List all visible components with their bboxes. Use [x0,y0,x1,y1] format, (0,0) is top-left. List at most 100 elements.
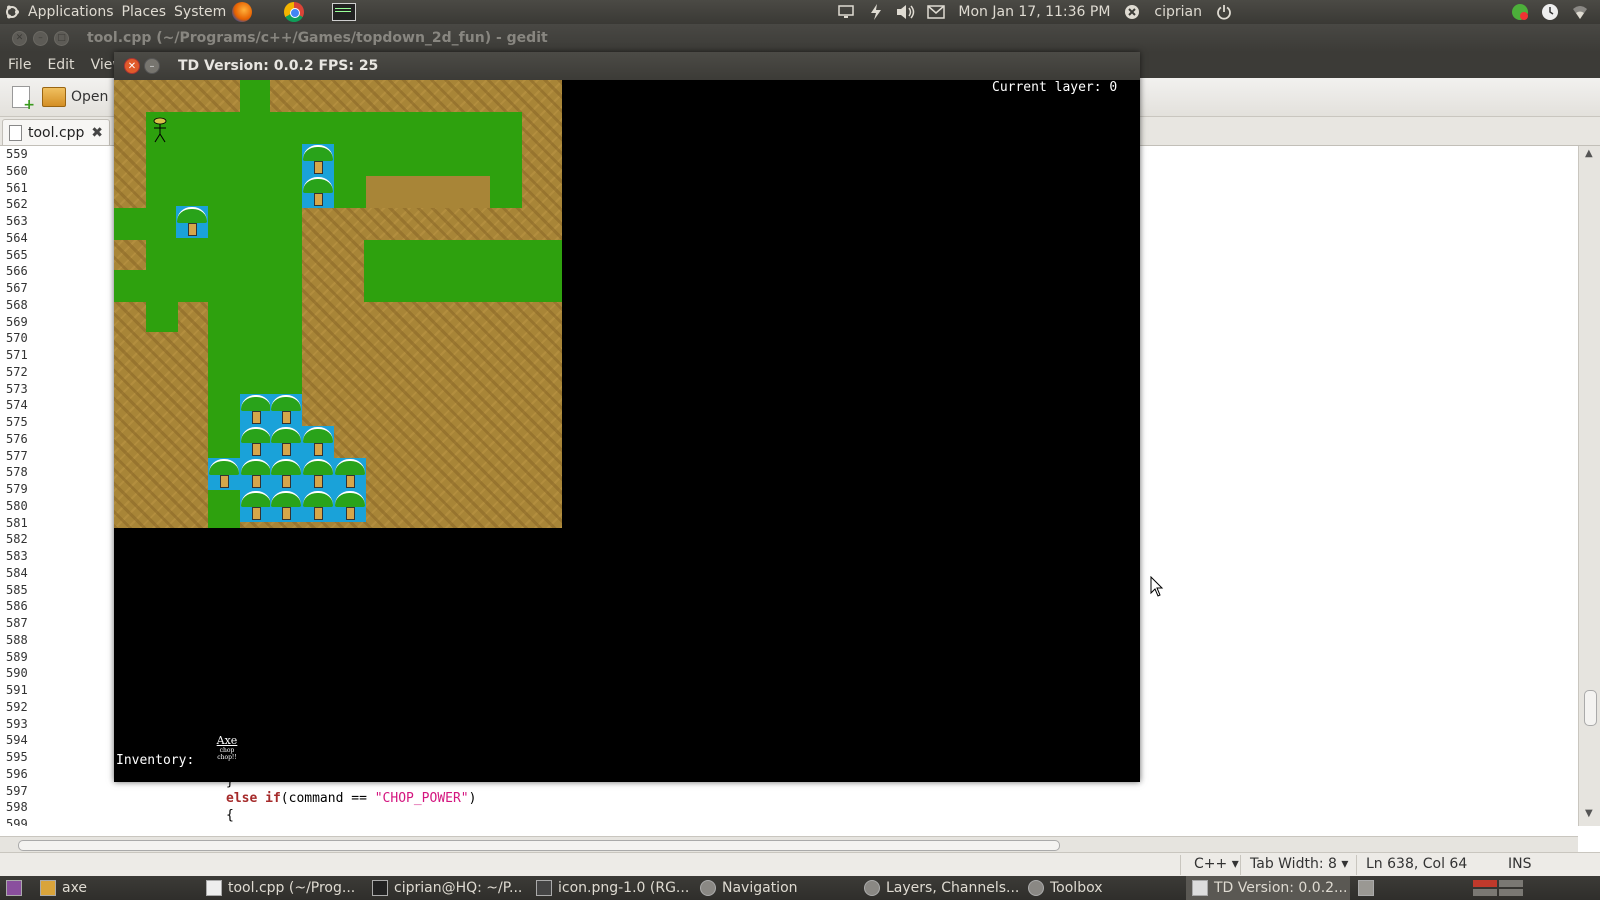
td-game-window[interactable]: ✕ – TD Version: 0.0.2 FPS: 25 Current la… [114,52,1140,782]
workspace-switcher[interactable] [1466,876,1530,900]
td-titlebar[interactable]: ✕ – TD Version: 0.0.2 FPS: 25 [114,52,1140,80]
gedit-maximize-button[interactable]: □ [54,30,69,46]
bottom-panel: axe tool.cpp (~/Prog... ciprian@HQ: ~/P.… [0,876,1600,900]
tree-tile[interactable] [334,490,366,522]
gedit-close-button[interactable]: ✕ [12,30,27,46]
game-canvas[interactable]: Current layer: 0 Inventory: Axe chop cho… [114,80,1140,782]
line-number: 562 [6,197,28,212]
taskbar-item-navigation[interactable]: Navigation [694,876,856,900]
taskbar-label: axe [62,880,88,896]
tile-map[interactable] [114,80,562,528]
taskbar-label: Layers, Channels... [886,880,1020,896]
open-button-label: Open [71,89,109,105]
tree-tile[interactable] [334,458,366,490]
ubuntu-logo-icon[interactable] [0,1,24,23]
scroll-up-icon[interactable]: ▲ [1585,148,1593,159]
menu-system[interactable]: System [170,4,230,20]
line-number: 568 [6,297,28,312]
line-number: 588 [6,632,28,647]
tab-close-icon[interactable]: ✖ [91,125,103,141]
tree-tile[interactable] [302,490,334,522]
line-number: 571 [6,348,28,362]
code-text: (command == [280,791,375,806]
user-name[interactable]: ciprian [1150,4,1206,20]
power-bolt-icon[interactable] [864,1,888,23]
vertical-scrollbar[interactable]: ▲ ▼ [1578,146,1600,826]
tab-tool-cpp[interactable]: tool.cpp ✖ [2,119,110,145]
show-desktop-button[interactable] [0,876,30,900]
line-number: 592 [6,699,28,714]
line-number: 586 [6,599,28,614]
update-tray-icon[interactable] [1508,1,1532,23]
menu-edit[interactable]: Edit [39,57,82,73]
firefox-icon[interactable] [230,1,254,23]
tree-tile[interactable] [270,394,302,426]
display-icon[interactable] [834,1,858,23]
taskbar-item-terminal[interactable]: ciprian@HQ: ~/P... [366,876,528,900]
tree-tile[interactable] [302,458,334,490]
menu-applications[interactable]: Applications [24,4,118,20]
volume-icon[interactable] [894,1,918,23]
line-number: 581 [6,515,28,530]
tree-tile[interactable] [270,426,302,458]
gedit-minimize-button[interactable]: – [33,30,48,46]
user-status-icon[interactable] [1120,1,1144,23]
line-number: 578 [6,465,28,480]
wifi-icon[interactable] [1568,1,1592,23]
tree-tile[interactable] [270,458,302,490]
tree-tile[interactable] [302,426,334,458]
dropdown-arrow-icon: ▾ [1231,856,1239,872]
clock-tray-icon[interactable] [1538,1,1562,23]
tree-tile[interactable] [208,458,240,490]
mail-icon[interactable] [924,1,948,23]
horizontal-scrollbar[interactable] [0,836,1578,853]
tree-tile[interactable] [302,144,334,176]
shutdown-icon[interactable] [1212,1,1236,23]
taskbar-label: tool.cpp (~/Prog... [228,880,356,896]
line-number: 580 [6,498,28,513]
inventory-slot-axe[interactable]: Axe chop chop!! [210,734,244,768]
new-document-button[interactable] [6,86,36,113]
code-string: "CHOP_POWER" [374,791,469,806]
new-document-icon [12,86,35,113]
line-number: 587 [6,616,28,630]
chrome-icon[interactable] [282,1,306,23]
window-icon [1192,880,1208,896]
taskbar-label: TD Version: 0.0.2... [1214,880,1348,896]
tree-tile[interactable] [302,176,334,208]
taskbar-item-td-game[interactable]: TD Version: 0.0.2... [1186,876,1350,900]
tree-tile[interactable] [240,490,272,522]
tab-width-selector[interactable]: Tab Width: 8 ▾ [1250,856,1348,872]
tree-tile[interactable] [270,490,302,522]
line-number: 584 [6,565,28,580]
tree-tile[interactable] [240,458,272,490]
taskbar-item-layers[interactable]: Layers, Channels... [858,876,1020,900]
tree-tile[interactable] [240,426,272,458]
tree-tile[interactable] [240,394,272,426]
menu-places[interactable]: Places [118,4,171,20]
system-monitor-icon[interactable] [332,1,357,23]
taskbar-item-toolbox[interactable]: Toolbox [1022,876,1184,900]
gedit-titlebar[interactable]: ✕ – □ tool.cpp (~/Programs/c++/Games/top… [0,24,1600,52]
taskbar-item-gedit[interactable]: tool.cpp (~/Prog... [200,876,362,900]
trash-button[interactable] [1352,876,1382,900]
td-close-button[interactable]: ✕ [124,58,140,74]
vertical-scroll-thumb[interactable] [1584,690,1597,726]
open-button[interactable]: Open [36,87,114,107]
current-layer-label: Current layer: 0 [992,80,1118,95]
taskbar-item-gimp-image[interactable]: icon.png-1.0 (RG... [530,876,692,900]
taskbar-item-axe[interactable]: axe [34,876,192,900]
line-number: 595 [6,750,28,764]
line-number: 596 [6,766,28,781]
menu-file[interactable]: File [0,57,39,73]
tree-tile[interactable] [176,206,208,238]
taskbar-label: Navigation [722,880,798,896]
language-selector[interactable]: C++ ▾ [1194,856,1239,872]
clock[interactable]: Mon Jan 17, 11:36 PM [954,4,1114,20]
line-number: 575 [6,415,28,429]
insert-mode: INS [1508,856,1532,872]
scroll-down-icon[interactable]: ▼ [1585,808,1593,819]
line-number: 590 [6,666,28,681]
td-minimize-button[interactable]: – [144,58,160,74]
horizontal-scroll-thumb[interactable] [18,840,1060,851]
